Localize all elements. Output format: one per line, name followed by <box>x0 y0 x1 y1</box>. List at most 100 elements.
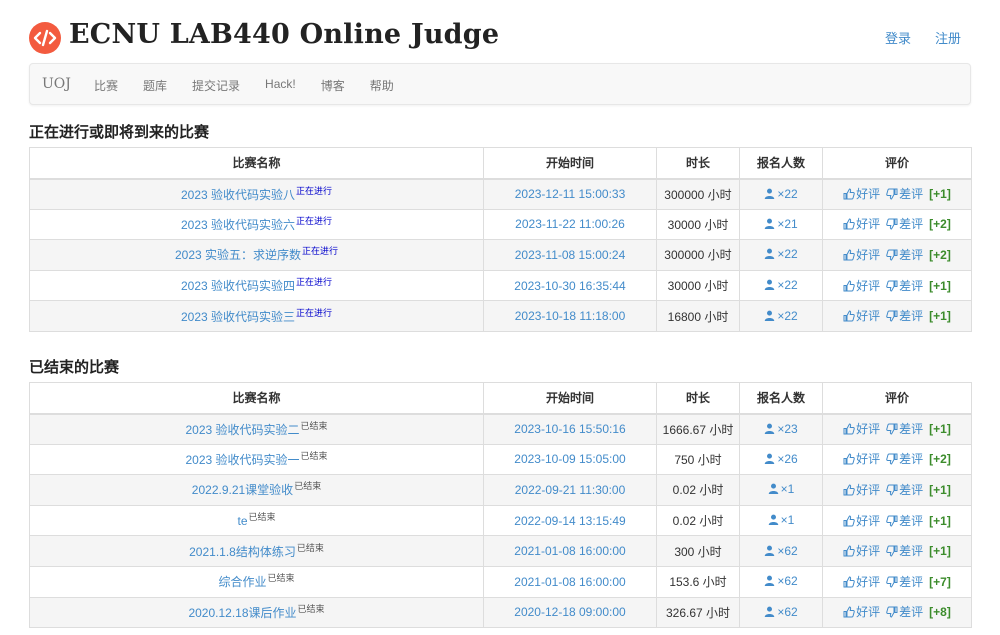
registrant-count: ×22 <box>777 186 798 201</box>
table-row: 2023 验收代码实验二已结束 2023-10-16 15:50:16 1666.6… <box>29 413 972 445</box>
registrants-cell: ×62 <box>739 565 823 598</box>
code-icon[interactable] <box>29 22 61 54</box>
nav-item-contests[interactable]: 比赛 <box>94 77 118 94</box>
upvote-button[interactable]: 好评 <box>843 279 880 293</box>
contest-name-cell: 2023 验收代码实验二已结束 <box>29 413 484 445</box>
col-header-duration: 时长 <box>656 147 740 180</box>
site-title[interactable]: ECNU LAB440 Online Judge <box>69 19 499 50</box>
start-time-link[interactable]: 2023-11-22 11:00:26 <box>515 217 625 231</box>
table-row: 2023 验收代码实验一已结束 2023-10-09 15:05:00 750 小时… <box>29 443 972 476</box>
start-time-link[interactable]: 2020-12-18 09:00:00 <box>514 605 625 619</box>
upvote-label: 好评 <box>856 513 881 528</box>
start-time-link[interactable]: 2022-09-14 13:15:49 <box>514 514 625 528</box>
downvote-button[interactable]: 差评 <box>886 309 923 323</box>
col-header-name: 比赛名称 <box>29 147 484 180</box>
rating-score: [+1] <box>929 544 951 559</box>
start-time-link[interactable]: 2023-11-08 15:00:24 <box>515 248 626 262</box>
thumbs-down-icon <box>886 484 898 499</box>
contest-link[interactable]: 2023 实验五：求逆序数 <box>175 248 301 262</box>
downvote-label: 差评 <box>899 247 924 262</box>
contest-name-cell: 2023 实验五：求逆序数正在进行 <box>29 239 484 271</box>
register-link[interactable]: 注册 <box>935 28 961 47</box>
downvote-button[interactable]: 差评 <box>886 605 923 619</box>
downvote-button[interactable]: 差评 <box>886 452 923 466</box>
thumbs-down-icon <box>886 280 898 295</box>
upvote-button[interactable]: 好评 <box>843 309 880 323</box>
contest-link[interactable]: 综合作业 <box>218 575 266 589</box>
downvote-button[interactable]: 差评 <box>886 575 923 589</box>
nav-item-blogs[interactable]: 博客 <box>321 77 345 94</box>
upvote-button[interactable]: 好评 <box>843 422 880 436</box>
start-time-link[interactable]: 2023-12-11 15:00:33 <box>515 187 626 201</box>
contest-name-cell: te已结束 <box>29 504 484 537</box>
downvote-label: 差评 <box>899 309 924 324</box>
col-header-start: 开始时间 <box>483 382 657 415</box>
downvote-label: 差评 <box>899 482 924 497</box>
downvote-button[interactable]: 差评 <box>886 514 923 528</box>
upvote-button[interactable]: 好评 <box>843 248 880 262</box>
upvote-button[interactable]: 好评 <box>843 187 880 201</box>
downvote-label: 差评 <box>899 574 924 589</box>
contest-link[interactable]: 2023 验收代码实验六 <box>181 218 295 232</box>
upvote-button[interactable]: 好评 <box>843 575 880 589</box>
nav-brand[interactable]: UOJ <box>42 76 71 92</box>
nav-item-submissions[interactable]: 提交记录 <box>192 77 240 94</box>
contest-link[interactable]: 2023 验收代码实验一 <box>185 453 299 467</box>
registrants-cell: ×22 <box>739 178 823 210</box>
upvote-label: 好评 <box>856 422 881 437</box>
rating-cell: 好评 差评 [+1] <box>822 474 972 506</box>
downvote-label: 差评 <box>899 605 924 620</box>
nav-item-hacks[interactable]: Hack! <box>265 77 296 94</box>
rating-score: [+1] <box>929 422 951 437</box>
contest-link[interactable]: te <box>237 514 247 528</box>
duration-cell: 326.67 小时 <box>656 596 740 629</box>
nav-item-help[interactable]: 帮助 <box>370 77 394 94</box>
upvote-button[interactable]: 好评 <box>843 544 880 558</box>
upvote-button[interactable]: 好评 <box>843 452 880 466</box>
contest-link[interactable]: 2023 验收代码实验四 <box>181 279 295 293</box>
downvote-button[interactable]: 差评 <box>886 217 923 231</box>
thumbs-up-icon <box>843 484 855 499</box>
contest-name-cell: 2022.9.21课堂验收已结束 <box>29 474 484 506</box>
registrant-count: ×62 <box>777 574 798 589</box>
contest-link[interactable]: 2020.12.18课后作业 <box>188 606 296 620</box>
downvote-button[interactable]: 差评 <box>886 248 923 262</box>
contest-name-cell: 2020.12.18课后作业已结束 <box>29 596 484 629</box>
contest-link[interactable]: 2022.9.21课堂验收 <box>192 483 293 497</box>
downvote-button[interactable]: 差评 <box>886 187 923 201</box>
upvote-button[interactable]: 好评 <box>843 217 880 231</box>
start-time-cell: 2023-12-11 15:00:33 <box>483 178 657 210</box>
start-time-link[interactable]: 2023-10-16 15:50:16 <box>514 422 625 436</box>
thumbs-down-icon <box>886 310 898 325</box>
thumbs-down-icon <box>886 423 898 438</box>
upvote-button[interactable]: 好评 <box>843 483 880 497</box>
nav-menu: 比赛 题库 提交记录 Hack! 博客 帮助 <box>94 77 419 94</box>
contest-link[interactable]: 2023 验收代码实验三 <box>181 310 295 324</box>
registrant-count: ×26 <box>777 451 798 466</box>
nav-item-problems[interactable]: 题库 <box>143 77 167 94</box>
start-time-link[interactable]: 2023-10-09 15:05:00 <box>514 452 625 466</box>
table-row: 2022.9.21课堂验收已结束 2022-09-21 11:30:00 0.02 … <box>29 474 972 506</box>
contest-link[interactable]: 2021.1.8结构体练习 <box>189 545 296 559</box>
login-link[interactable]: 登录 <box>885 28 911 47</box>
start-time-link[interactable]: 2023-10-18 11:18:00 <box>515 309 626 323</box>
start-time-link[interactable]: 2023-10-30 16:35:44 <box>514 279 625 293</box>
upvote-button[interactable]: 好评 <box>843 605 880 619</box>
table-row: 2023 验收代码实验三正在进行 2023-10-18 11:18:00 16800… <box>29 300 972 332</box>
downvote-button[interactable]: 差评 <box>886 483 923 497</box>
downvote-button[interactable]: 差评 <box>886 422 923 436</box>
downvote-button[interactable]: 差评 <box>886 544 923 558</box>
start-time-link[interactable]: 2022-09-21 11:30:00 <box>515 483 626 497</box>
contest-status-badge: 已结束 <box>294 481 322 492</box>
duration-cell: 30000 小时 <box>656 269 740 302</box>
table-row: 2023 实验五：求逆序数正在进行 2023-11-08 15:00:24 3000… <box>29 239 972 271</box>
downvote-button[interactable]: 差评 <box>886 279 923 293</box>
user-icon <box>764 310 775 324</box>
contest-link[interactable]: 2023 验收代码实验八 <box>181 188 295 202</box>
thumbs-down-icon <box>886 453 898 468</box>
thumbs-down-icon <box>886 515 898 530</box>
start-time-link[interactable]: 2021-01-08 16:00:00 <box>514 544 625 558</box>
start-time-link[interactable]: 2021-01-08 16:00:00 <box>514 575 625 589</box>
upvote-button[interactable]: 好评 <box>843 514 880 528</box>
contest-link[interactable]: 2023 验收代码实验二 <box>185 423 299 437</box>
